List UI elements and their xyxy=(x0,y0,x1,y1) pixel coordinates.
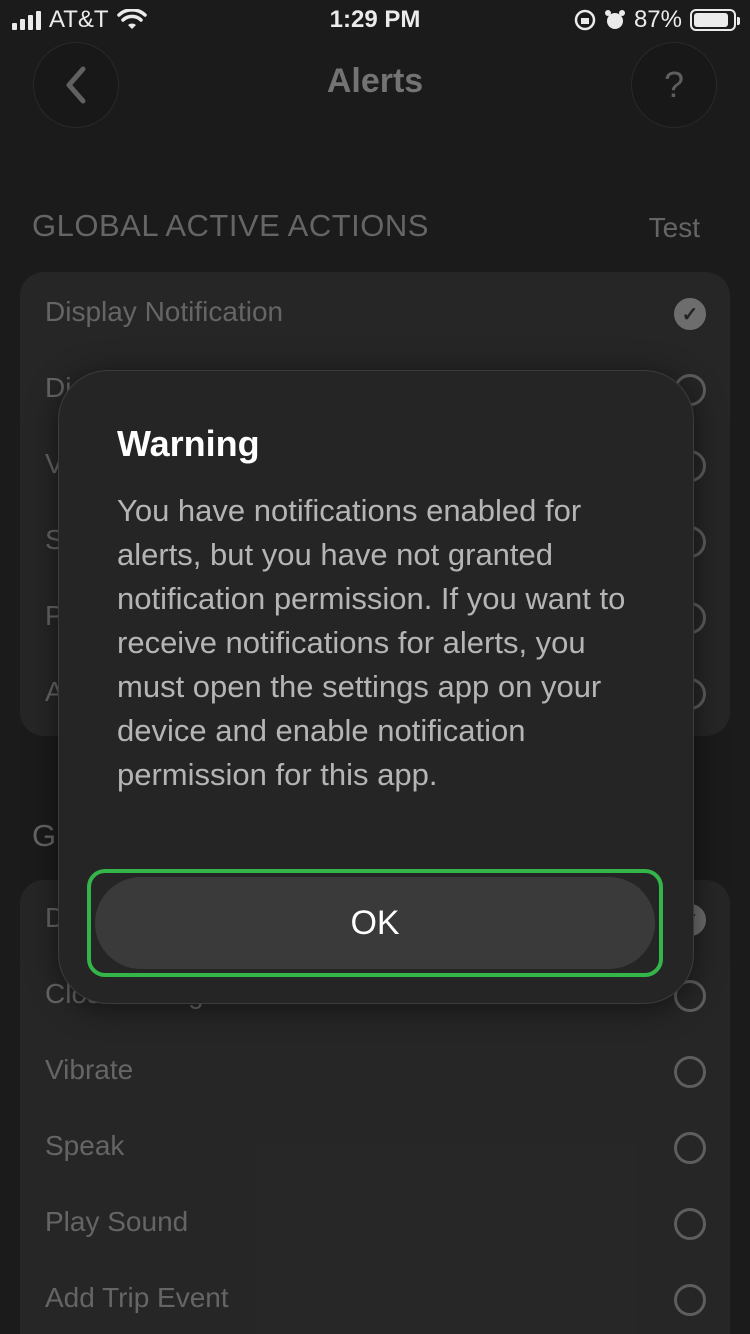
alerts-page: AT&T 1:29 PM 87% Alerts ? GLOBAL ACTIVE … xyxy=(0,0,750,1334)
dialog-message: You have notifications enabled for alert… xyxy=(117,493,626,792)
dialog-title: Warning xyxy=(117,423,260,464)
ok-button[interactable]: OK xyxy=(95,877,655,969)
warning-dialog: Warning You have notifications enabled f… xyxy=(58,370,694,1004)
ok-focus-ring: OK xyxy=(87,869,663,977)
